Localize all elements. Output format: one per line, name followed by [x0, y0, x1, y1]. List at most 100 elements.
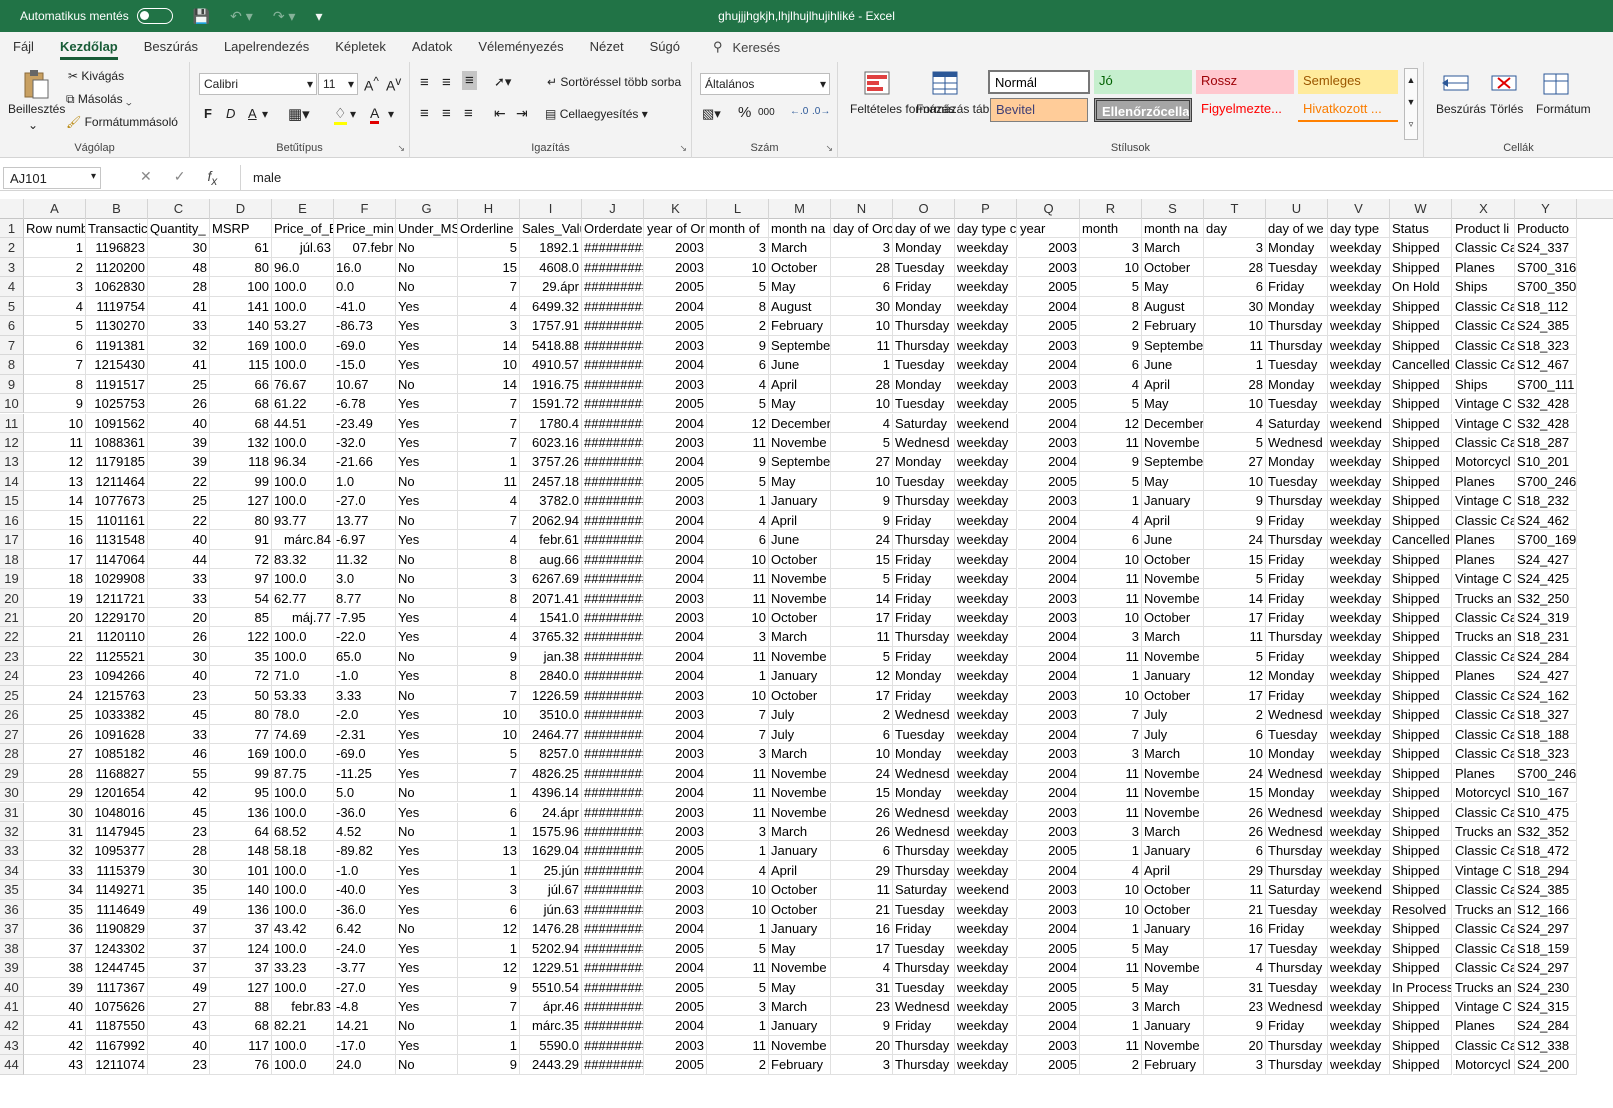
- table-cell[interactable]: 29: [24, 783, 86, 803]
- table-cell[interactable]: Friday: [1266, 569, 1328, 589]
- table-cell[interactable]: 2: [1080, 1055, 1142, 1075]
- table-cell[interactable]: 7: [458, 997, 520, 1017]
- table-cell[interactable]: 68.52: [272, 821, 334, 842]
- table-cell[interactable]: 38: [24, 958, 86, 978]
- table-cell[interactable]: 24.0: [334, 1055, 396, 1075]
- table-cell[interactable]: weekday: [955, 860, 1017, 881]
- header-cell[interactable]: day type: [1328, 219, 1390, 239]
- table-cell[interactable]: S32_428: [1515, 413, 1577, 433]
- table-cell[interactable]: Thursday: [1266, 1035, 1328, 1056]
- table-cell[interactable]: 2004: [1018, 530, 1080, 550]
- table-cell[interactable]: 0.0: [334, 277, 396, 297]
- table-cell[interactable]: 61: [210, 238, 272, 258]
- table-cell[interactable]: 22: [148, 510, 210, 531]
- table-cell[interactable]: April: [769, 374, 831, 395]
- table-cell[interactable]: Vintage C: [1453, 394, 1515, 414]
- table-cell[interactable]: 14: [831, 588, 893, 608]
- table-cell[interactable]: S18_188: [1515, 724, 1577, 745]
- table-cell[interactable]: 4: [24, 296, 86, 317]
- table-cell[interactable]: weekday: [1328, 316, 1390, 336]
- table-cell[interactable]: March: [1142, 744, 1204, 764]
- table-cell[interactable]: 100.0: [272, 977, 334, 997]
- table-cell[interactable]: #########: [582, 880, 644, 900]
- table-cell[interactable]: 2005: [645, 316, 707, 336]
- table-cell[interactable]: weekday: [955, 646, 1017, 667]
- table-cell[interactable]: #########: [582, 432, 644, 453]
- table-cell[interactable]: 2: [24, 257, 86, 278]
- table-cell[interactable]: weekday: [1328, 257, 1390, 278]
- table-cell[interactable]: February: [769, 1055, 831, 1075]
- table-cell[interactable]: 1095377: [86, 841, 148, 861]
- table-cell[interactable]: February: [769, 316, 831, 336]
- table-cell[interactable]: 1916.75: [520, 374, 582, 395]
- table-cell[interactable]: Yes: [396, 627, 458, 647]
- table-cell[interactable]: weekday: [1328, 374, 1390, 395]
- table-cell[interactable]: weekday: [1328, 394, 1390, 414]
- table-cell[interactable]: 7: [1080, 705, 1142, 725]
- table-cell[interactable]: 2005: [1018, 977, 1080, 997]
- row-header[interactable]: 6: [0, 316, 24, 336]
- table-cell[interactable]: March: [769, 997, 831, 1017]
- table-cell[interactable]: Vintage C: [1453, 569, 1515, 589]
- table-cell[interactable]: 6: [24, 335, 86, 356]
- table-cell[interactable]: febr.61: [520, 530, 582, 550]
- table-cell[interactable]: 127: [210, 977, 272, 997]
- table-cell[interactable]: 64: [210, 821, 272, 842]
- table-cell[interactable]: 2004: [1018, 666, 1080, 686]
- table-cell[interactable]: 100.0: [272, 432, 334, 453]
- table-cell[interactable]: Wednesd: [1266, 763, 1328, 784]
- table-cell[interactable]: #########: [582, 374, 644, 395]
- table-cell[interactable]: Novembe: [769, 958, 831, 978]
- table-cell[interactable]: 2005: [645, 938, 707, 959]
- table-cell[interactable]: 5: [707, 938, 769, 959]
- table-cell[interactable]: 2005: [645, 977, 707, 997]
- table-cell[interactable]: 2004: [1018, 958, 1080, 978]
- table-cell[interactable]: weekday: [955, 432, 1017, 453]
- table-cell[interactable]: weekday: [1328, 919, 1390, 939]
- table-cell[interactable]: 10: [831, 394, 893, 414]
- table-cell[interactable]: 1226.59: [520, 685, 582, 706]
- table-cell[interactable]: 5: [1080, 277, 1142, 297]
- table-cell[interactable]: 21: [831, 899, 893, 920]
- table-cell[interactable]: 1: [1080, 666, 1142, 686]
- table-cell[interactable]: weekday: [955, 763, 1017, 784]
- table-cell[interactable]: 27: [1204, 452, 1266, 472]
- table-cell[interactable]: Thursday: [893, 530, 955, 550]
- table-cell[interactable]: #########: [582, 277, 644, 297]
- table-cell[interactable]: No: [396, 549, 458, 570]
- table-cell[interactable]: Thursday: [893, 1055, 955, 1075]
- table-cell[interactable]: -2.31: [334, 724, 396, 745]
- table-cell[interactable]: weekend: [955, 413, 1017, 433]
- table-cell[interactable]: Monday: [1266, 296, 1328, 317]
- table-cell[interactable]: 1120110: [86, 627, 148, 647]
- table-cell[interactable]: Friday: [893, 646, 955, 667]
- table-cell[interactable]: S10_475: [1515, 802, 1577, 822]
- tab-file[interactable]: Fájl: [0, 32, 47, 62]
- table-cell[interactable]: 122: [210, 627, 272, 647]
- row-header[interactable]: 41: [0, 997, 24, 1017]
- header-cell[interactable]: month na: [769, 219, 831, 239]
- table-cell[interactable]: #########: [582, 296, 644, 317]
- table-cell[interactable]: 15: [1204, 549, 1266, 570]
- table-cell[interactable]: 17: [1204, 685, 1266, 706]
- table-cell[interactable]: -17.0: [334, 1035, 396, 1056]
- style-good[interactable]: Jó: [1094, 70, 1192, 94]
- table-cell[interactable]: Monday: [1266, 238, 1328, 258]
- table-cell[interactable]: 2004: [1018, 724, 1080, 745]
- table-cell[interactable]: 2003: [1018, 335, 1080, 356]
- table-cell[interactable]: 2004: [645, 666, 707, 686]
- redo-icon[interactable]: ↷ ▾: [273, 8, 296, 25]
- table-cell[interactable]: Shipped: [1390, 316, 1452, 336]
- table-cell[interactable]: 2003: [645, 880, 707, 900]
- table-cell[interactable]: 11: [707, 432, 769, 453]
- row-header[interactable]: 43: [0, 1035, 24, 1056]
- table-cell[interactable]: 11: [24, 432, 86, 453]
- table-cell[interactable]: Classic Ca: [1453, 432, 1515, 453]
- table-cell[interactable]: aug.66: [520, 549, 582, 570]
- table-cell[interactable]: Classic Ca: [1453, 919, 1515, 939]
- header-cell[interactable]: month na: [1142, 219, 1204, 239]
- table-cell[interactable]: weekday: [1328, 997, 1390, 1017]
- table-cell[interactable]: Shipped: [1390, 510, 1452, 531]
- table-cell[interactable]: 40: [24, 997, 86, 1017]
- table-cell[interactable]: 13: [24, 471, 86, 492]
